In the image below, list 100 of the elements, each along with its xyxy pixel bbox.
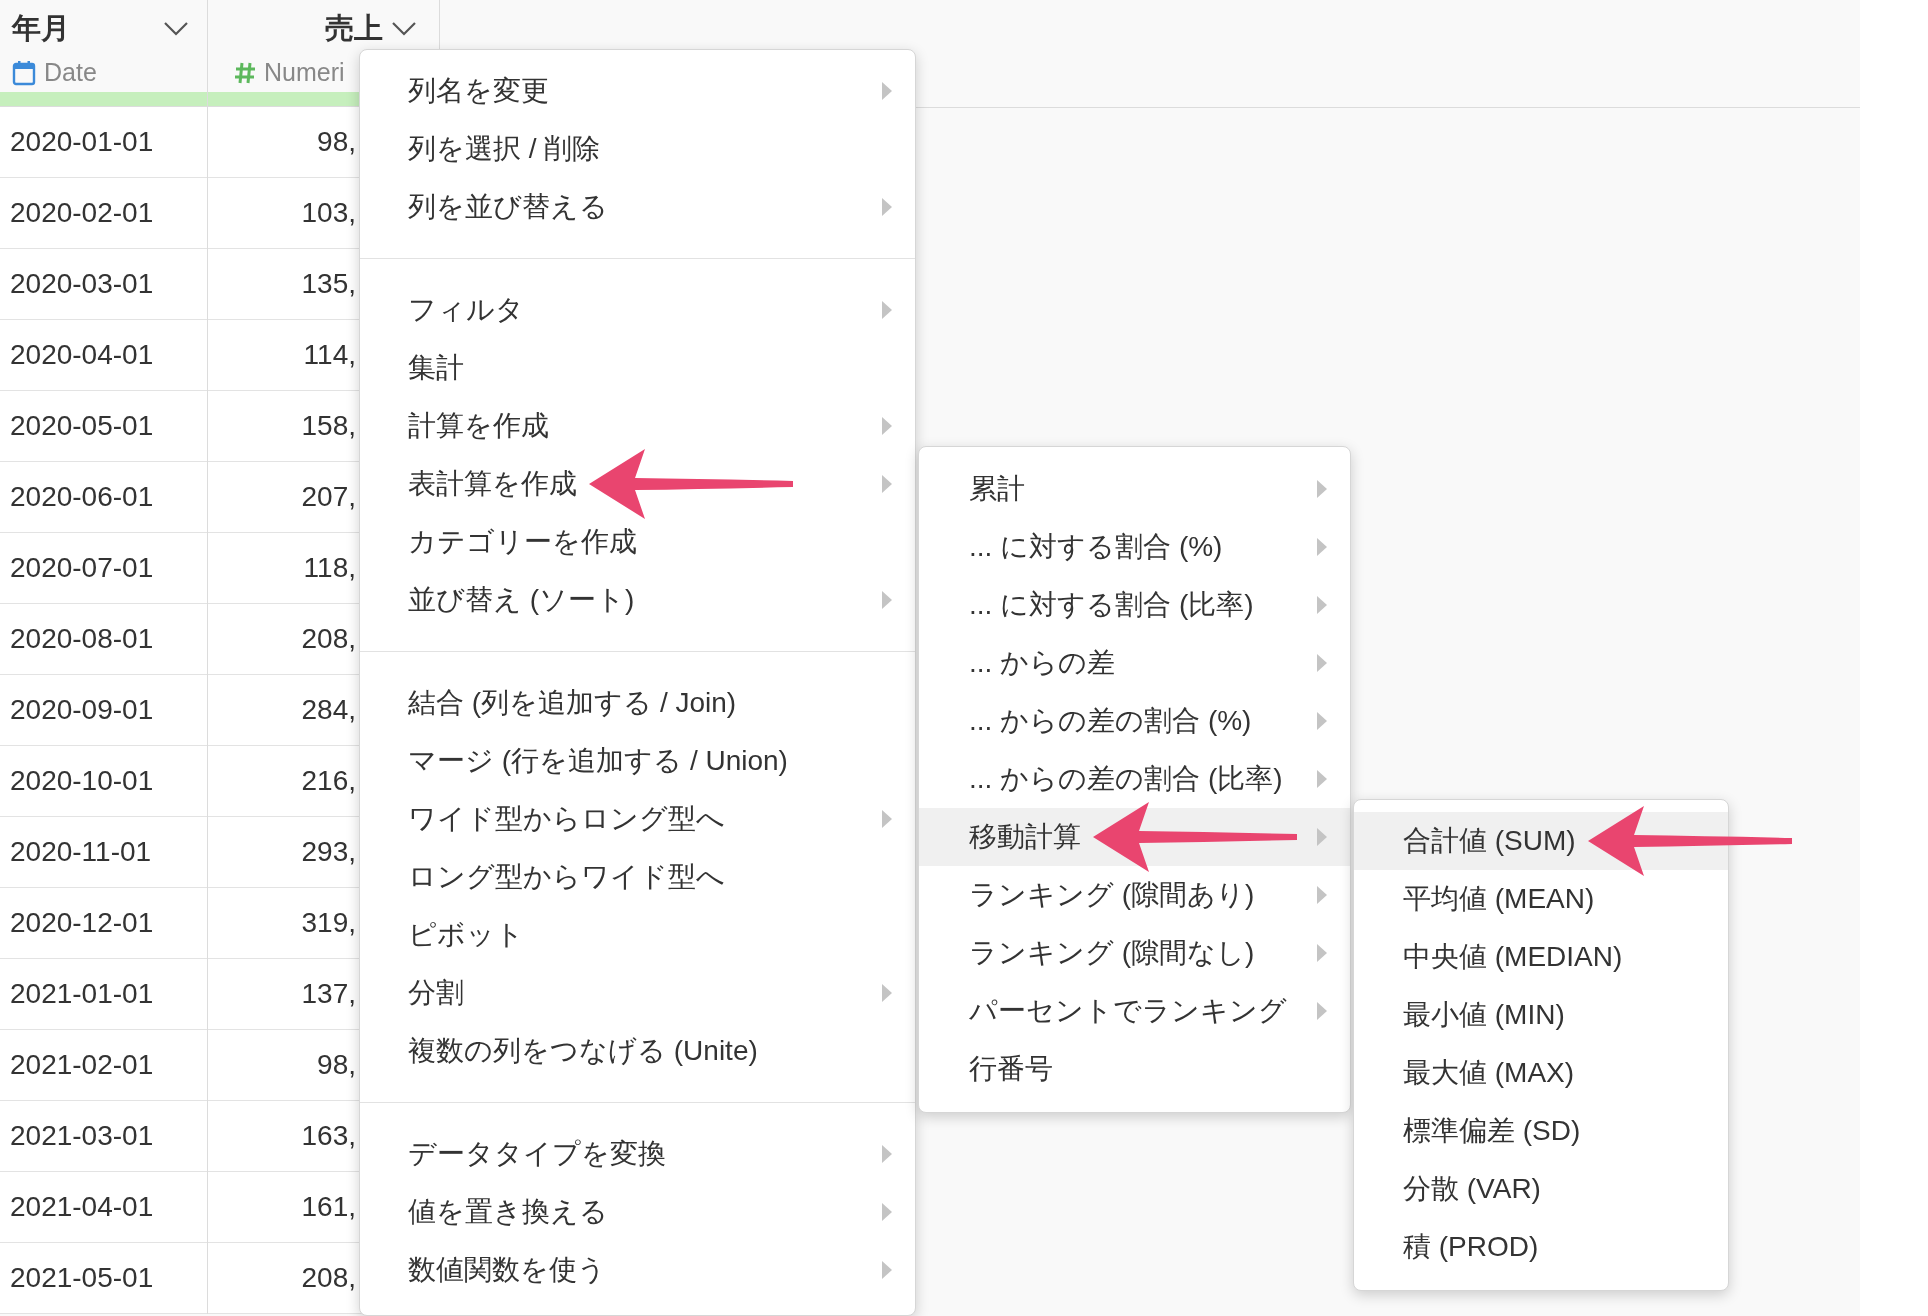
submenu-caret-icon — [881, 1260, 893, 1280]
table-cell-text: 2021-03-01 — [10, 1119, 154, 1153]
menu-item[interactable]: 中央値 (MEDIAN) — [1354, 928, 1728, 986]
menu-item[interactable]: ... からの差の割合 (%) — [919, 692, 1350, 750]
table-cell-text: 158, — [301, 409, 356, 443]
menu-item[interactable]: 値を置き換える — [360, 1183, 915, 1241]
menu-item[interactable]: 結合 (列を追加する / Join) — [360, 674, 915, 732]
menu-item[interactable]: ランキング (隙間なし) — [919, 924, 1350, 982]
menu-item[interactable]: ... からの差の割合 (比率) — [919, 750, 1350, 808]
submenu-caret-icon — [881, 809, 893, 829]
table-cell-text: 293, — [301, 835, 356, 869]
menu-item[interactable]: 分散 (VAR) — [1354, 1160, 1728, 1218]
table-cell-text: 137, — [301, 977, 356, 1011]
pointer-arrow-icon — [1587, 804, 1792, 878]
submenu-caret-icon — [881, 1144, 893, 1164]
table-cell-text: 208, — [301, 1261, 356, 1295]
column-type-label: Numeri — [264, 57, 345, 89]
submenu-caret-icon — [1316, 711, 1328, 731]
menu-item[interactable]: データタイプを変換 — [360, 1125, 915, 1183]
menu-item[interactable]: ランキング (隙間あり) — [919, 866, 1350, 924]
table-cell-text: 98, — [317, 1048, 356, 1082]
menu-item[interactable]: 行番号 — [919, 1040, 1350, 1098]
menu-item[interactable]: パーセントでランキング — [919, 982, 1350, 1040]
table-cell-text: 2020-08-01 — [10, 622, 154, 656]
menu-item[interactable]: 最大値 (MAX) — [1354, 1044, 1728, 1102]
table-cell-text: 2020-12-01 — [10, 906, 154, 940]
table-cell-text: 2021-05-01 — [10, 1261, 154, 1295]
table-cell-text: 2020-05-01 — [10, 409, 154, 443]
menu-item[interactable]: 計算を作成 — [360, 397, 915, 455]
submenu-caret-icon — [881, 590, 893, 610]
submenu-caret-icon — [1316, 653, 1328, 673]
menu-item[interactable]: ワイド型からロング型へ — [360, 790, 915, 848]
submenu-caret-icon — [881, 1202, 893, 1222]
chevron-down-icon[interactable] — [163, 21, 189, 37]
menu-item[interactable]: カテゴリーを作成 — [360, 513, 915, 571]
table-cell-text: 2021-01-01 — [10, 977, 154, 1011]
table-cell-text: 2020-10-01 — [10, 764, 154, 798]
pointer-arrow-icon — [589, 447, 793, 521]
submenu-caret-icon — [881, 81, 893, 101]
table-cell-text: 2020-11-01 — [10, 835, 152, 869]
menu-item[interactable]: 列を選択 / 削除 — [360, 120, 915, 178]
menu-item[interactable]: 並び替え (ソート) — [360, 571, 915, 629]
submenu-caret-icon — [1316, 1001, 1328, 1021]
hash-icon — [234, 61, 256, 85]
table-cell-text: 207, — [301, 480, 356, 514]
submenu-caret-icon — [1316, 943, 1328, 963]
submenu-caret-icon — [881, 197, 893, 217]
submenu-caret-icon — [881, 416, 893, 436]
menu-item[interactable]: 分割 — [360, 964, 915, 1022]
table-cell-text: 2020-01-01 — [10, 125, 154, 159]
menu-item[interactable]: 表計算を作成 — [360, 455, 915, 513]
table-cell-text: 161, — [301, 1190, 356, 1224]
submenu-caret-icon — [1316, 885, 1328, 905]
menu-item[interactable]: ピボット — [360, 906, 915, 964]
column-type-label: Date — [44, 57, 97, 89]
table-cell-text: 118, — [303, 551, 356, 585]
table-cell-text: 2020-04-01 — [10, 338, 154, 372]
table-cell-text: 216, — [301, 764, 356, 798]
menu-item[interactable]: マージ (行を追加する / Union) — [360, 732, 915, 790]
submenu-caret-icon — [881, 474, 893, 494]
menu-item[interactable]: 積 (PROD) — [1354, 1218, 1728, 1276]
submenu-caret-icon — [1316, 769, 1328, 789]
menu-item[interactable]: ... からの差 — [919, 634, 1350, 692]
table-cell-text: 163, — [301, 1119, 356, 1153]
table-cell-text: 2021-04-01 — [10, 1190, 154, 1224]
menu-item[interactable]: 標準偏差 (SD) — [1354, 1102, 1728, 1160]
column-title: 売上 — [325, 11, 383, 47]
menu-item[interactable]: 列を並び替える — [360, 178, 915, 236]
column-title: 年月 — [12, 11, 70, 47]
menu-item[interactable]: 平均値 (MEAN) — [1354, 870, 1728, 928]
table-cell-text: 98, — [317, 125, 356, 159]
table-cell-text: 284, — [301, 693, 356, 727]
table-cell-text: 208, — [301, 622, 356, 656]
table-cell-text: 2020-07-01 — [10, 551, 154, 585]
table-cell-text: 2020-02-01 — [10, 196, 154, 230]
submenu-caret-icon — [881, 300, 893, 320]
submenu-caret-icon — [881, 983, 893, 1003]
submenu-caret-icon — [1316, 827, 1328, 847]
submenu-caret-icon — [1316, 479, 1328, 499]
menu-item[interactable]: ロング型からワイド型へ — [360, 848, 915, 906]
menu-item[interactable]: フィルタ — [360, 281, 915, 339]
menu-item[interactable]: 最小値 (MIN) — [1354, 986, 1728, 1044]
menu-item[interactable]: ... に対する割合 (比率) — [919, 576, 1350, 634]
table-cell-text: 2020-03-01 — [10, 267, 154, 301]
menu-item[interactable]: 複数の列をつなげる (Unite) — [360, 1022, 915, 1080]
menu-item[interactable]: 数値関数を使う — [360, 1241, 915, 1299]
table-cell-text: 2020-06-01 — [10, 480, 154, 514]
table-cell-text: 103, — [301, 196, 356, 230]
table-cell-text: 2021-02-01 — [10, 1048, 154, 1082]
calendar-icon — [12, 60, 36, 86]
table-cell-text: 114, — [303, 338, 356, 372]
submenu-caret-icon — [1316, 537, 1328, 557]
table-cell-text: 135, — [301, 267, 356, 301]
pointer-arrow-icon — [1093, 800, 1297, 874]
menu-item[interactable]: 列名を変更 — [360, 62, 915, 120]
submenu-caret-icon — [1316, 595, 1328, 615]
menu-item[interactable]: ... に対する割合 (%) — [919, 518, 1350, 576]
chevron-down-icon[interactable] — [391, 21, 417, 37]
menu-item[interactable]: 累計 — [919, 460, 1350, 518]
menu-item[interactable]: 集計 — [360, 339, 915, 397]
